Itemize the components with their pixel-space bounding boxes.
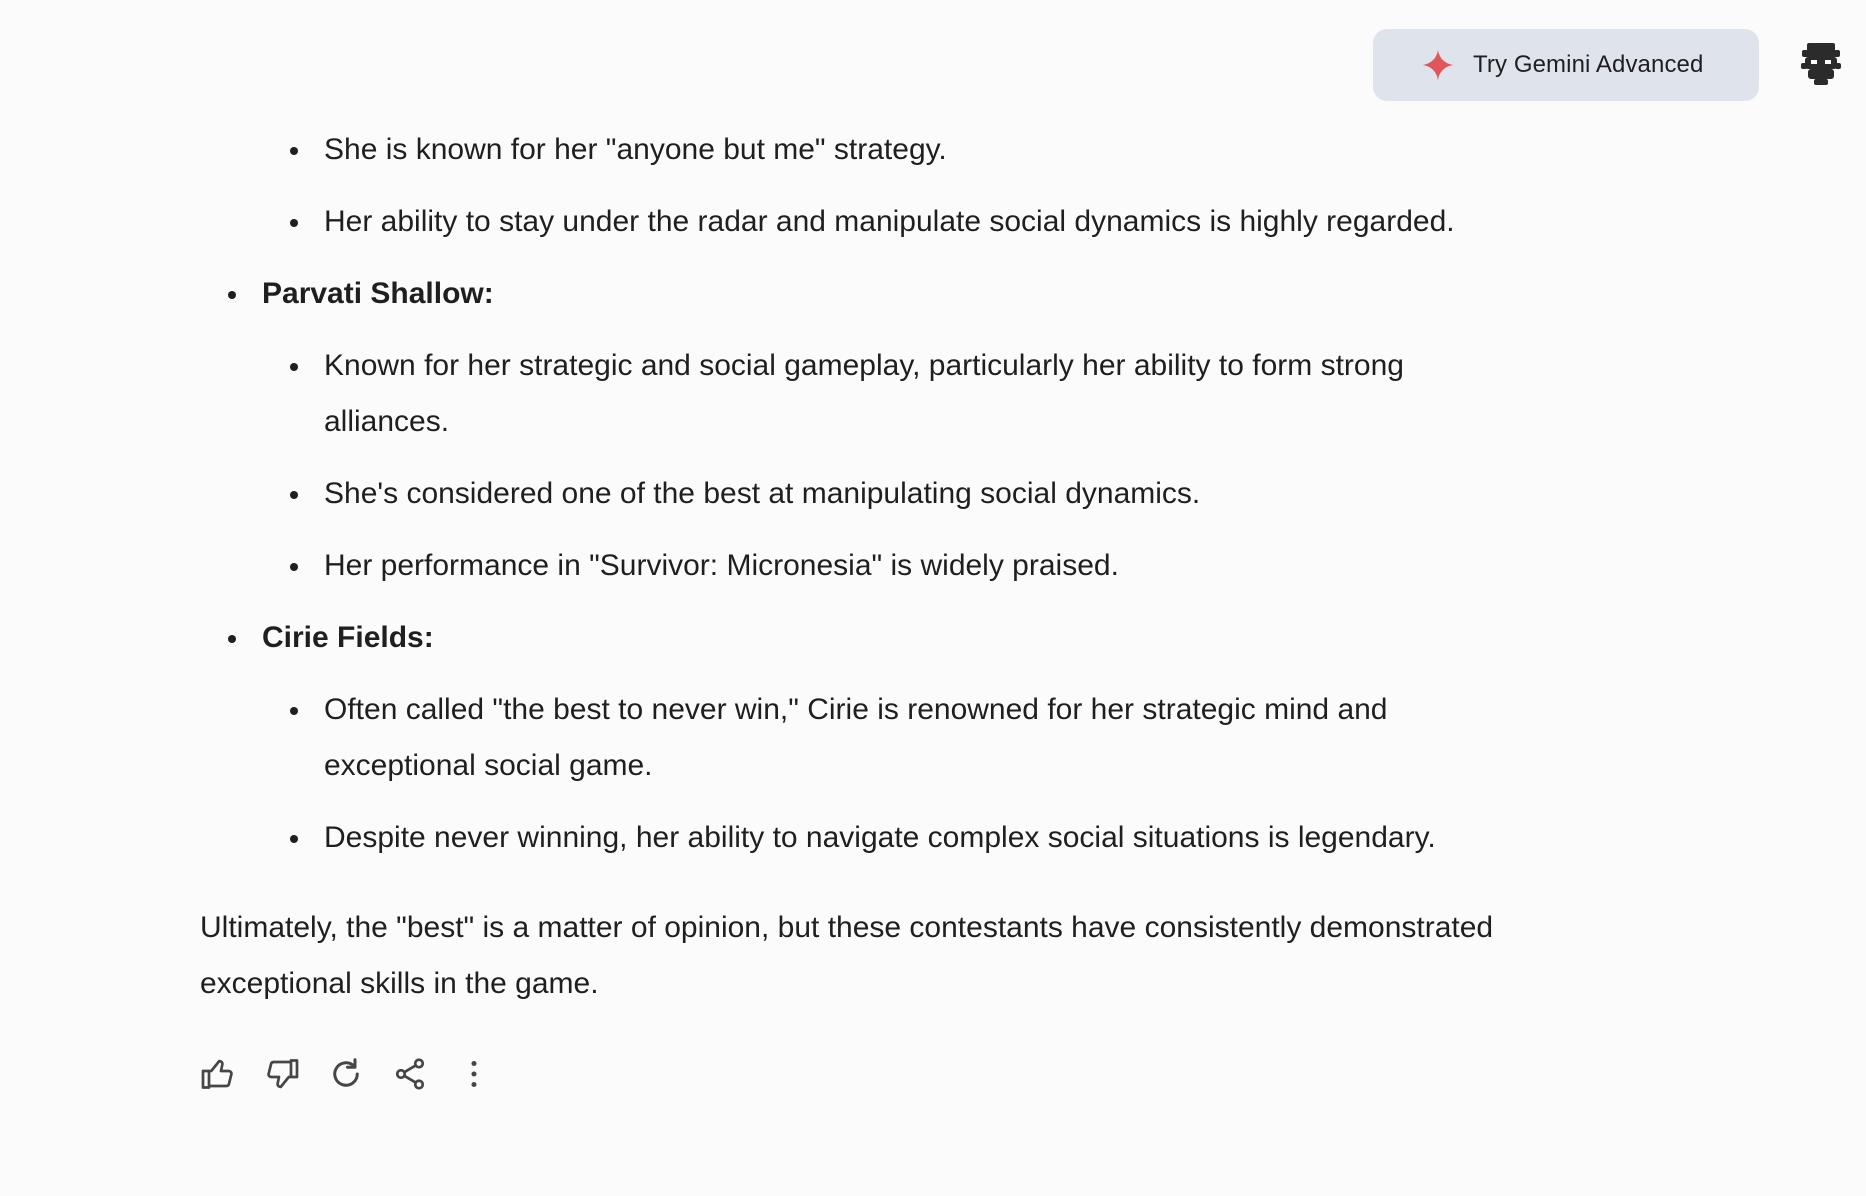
thumbs-up-icon [201, 1059, 233, 1089]
top-bar: Try Gemini Advanced [0, 29, 1866, 101]
regenerate-icon [333, 1058, 359, 1087]
list-item: Her performance in "Survivor: Micronesia… [200, 538, 1620, 594]
thumbs-down-button[interactable] [264, 1056, 300, 1092]
share-button[interactable] [392, 1056, 428, 1092]
user-avatar[interactable] [1798, 41, 1844, 87]
list-item: Often called "the best to never win," Ci… [200, 682, 1620, 794]
contestant-heading-parvati: Parvati Shallow: [200, 266, 1620, 322]
try-gemini-advanced-button[interactable]: Try Gemini Advanced [1373, 29, 1759, 101]
avatar-icon [1801, 43, 1841, 85]
gemini-spark-icon [1421, 48, 1455, 82]
list-item: She is known for her "anyone but me" str… [200, 122, 1620, 178]
gemini-response-page: Try Gemini Advanced She is known for her… [0, 0, 1866, 1196]
more-options-button[interactable] [456, 1056, 492, 1092]
response-actions [200, 1056, 520, 1092]
more-vert-icon [471, 1060, 477, 1088]
thumbs-up-button[interactable] [200, 1056, 236, 1092]
list-item: Known for her strategic and social gamep… [200, 338, 1620, 450]
list-item: Her ability to stay under the radar and … [200, 194, 1620, 250]
thumbs-down-icon [267, 1059, 299, 1089]
response-list: She is known for her "anyone but me" str… [200, 122, 1620, 882]
share-icon [395, 1058, 425, 1090]
try-gemini-advanced-label: Try Gemini Advanced [1473, 51, 1704, 78]
conclusion-paragraph: Ultimately, the "best" is a matter of op… [200, 911, 1494, 1000]
list-item: She's considered one of the best at mani… [200, 466, 1620, 522]
list-item: Despite never winning, her ability to na… [200, 810, 1620, 866]
regenerate-button[interactable] [328, 1056, 364, 1092]
contestant-heading-cirie: Cirie Fields: [200, 610, 1620, 666]
